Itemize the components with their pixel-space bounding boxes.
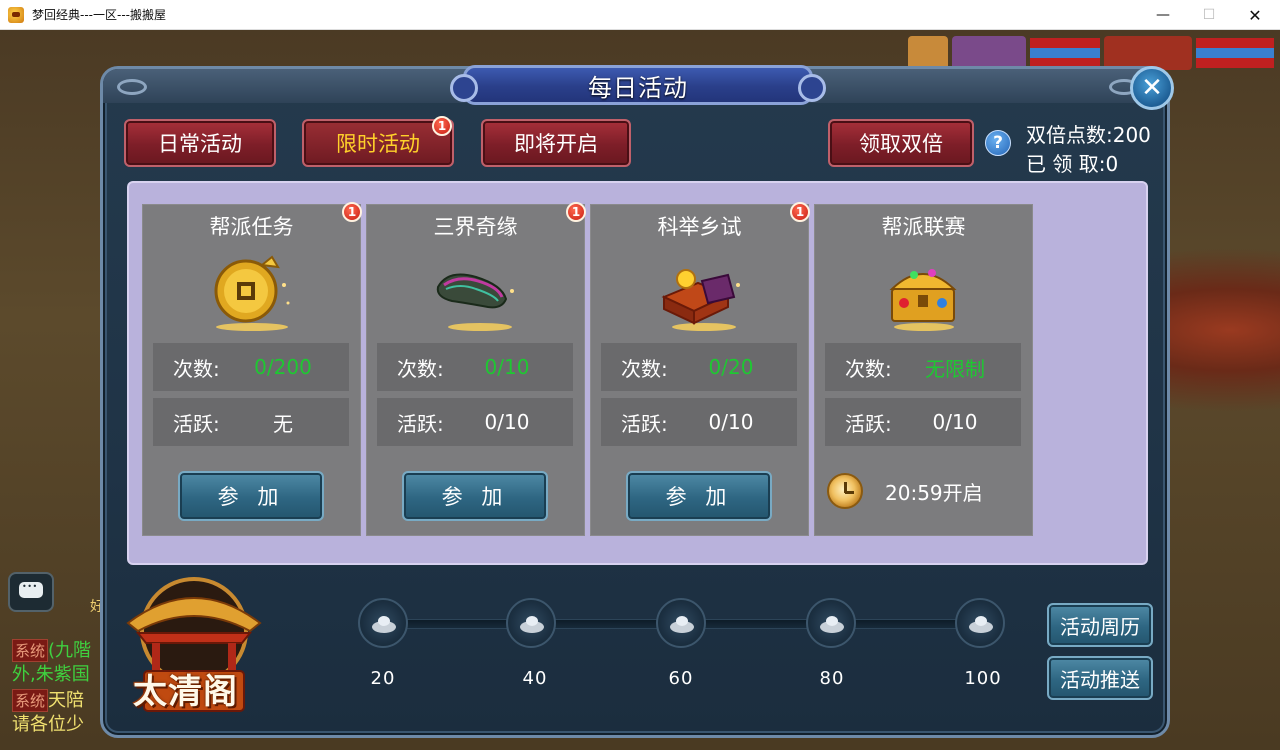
activity-value: 0/10 xyxy=(484,410,530,434)
reward-node[interactable] xyxy=(656,598,706,648)
chat-line: 外,朱紫国 xyxy=(12,664,90,685)
activity-card-guild-task: 帮派任务 次数: 0/200 活跃: 无 参 加 xyxy=(142,204,361,536)
activity-row: 活跃: 0/10 xyxy=(601,398,797,446)
app-icon xyxy=(8,6,24,23)
count-row: 次数: 0/10 xyxy=(377,343,573,391)
maximize-button[interactable]: ☐ xyxy=(1186,0,1232,30)
gold-coin-icon xyxy=(214,255,289,331)
count-value: 0/20 xyxy=(708,355,754,379)
tab-daily[interactable]: 日常活动 xyxy=(124,119,276,167)
pet-status-bars xyxy=(1030,38,1100,68)
tiger-avatar-icon[interactable] xyxy=(908,36,948,70)
claimed-text: 已 领 取:0 xyxy=(1026,152,1119,176)
reward-node[interactable] xyxy=(358,598,408,648)
count-row: 次数: 无限制 xyxy=(825,343,1021,391)
silver-ingot-icon xyxy=(820,616,844,633)
silver-ingot-icon xyxy=(520,616,544,633)
activity-row: 活跃: 0/10 xyxy=(825,398,1021,446)
card-title: 帮派任务 xyxy=(209,215,294,239)
treasure-chest-icon xyxy=(889,269,956,331)
milestone-label: 100 xyxy=(964,668,1002,689)
milestone-label: 80 xyxy=(819,668,845,689)
colorful-stone-icon xyxy=(436,273,514,331)
chat-bubble-icon[interactable] xyxy=(8,572,54,612)
card-title: 科举乡试 xyxy=(657,215,742,239)
card-notification-badge: 1 xyxy=(566,202,586,222)
card-title: 三界奇缘 xyxy=(433,215,518,239)
open-time-text: 20:59开启 xyxy=(885,480,983,505)
double-points-text: 双倍点数:200 xyxy=(1026,123,1151,147)
window-titlebar: 梦回经典---一区---搬搬屋 — ☐ ✕ xyxy=(0,0,1280,30)
chat-line: 请各位少 xyxy=(12,714,84,735)
activity-row: 活跃: 0/10 xyxy=(377,398,573,446)
chat-line: 系统 天陪 xyxy=(12,686,84,712)
activity-value: 无 xyxy=(273,411,293,436)
milestone-label: 20 xyxy=(370,668,396,689)
card-notification-badge: 1 xyxy=(790,202,810,222)
exam-box-icon xyxy=(661,269,740,331)
activity-value: 0/10 xyxy=(932,410,978,434)
cloud-ornament-icon xyxy=(117,79,147,95)
silver-ingot-icon xyxy=(670,616,694,633)
dialog-title: 每日活动 xyxy=(588,73,688,102)
tab-coming-soon[interactable]: 即将开启 xyxy=(481,119,631,167)
help-icon[interactable]: ? xyxy=(985,130,1011,156)
activity-value: 0/10 xyxy=(708,410,754,434)
card-notification-badge: 1 xyxy=(342,202,362,222)
window-close-button[interactable]: ✕ xyxy=(1232,0,1278,30)
pet-avatar-icon[interactable] xyxy=(952,36,1026,70)
pavilion-label: 太清阁 xyxy=(133,672,238,712)
window-title: 梦回经典---一区---搬搬屋 xyxy=(32,8,166,22)
activity-calendar-button[interactable]: 活动周历 xyxy=(1047,603,1153,647)
count-row: 次数: 0/200 xyxy=(153,343,349,391)
count-row: 次数: 0/20 xyxy=(601,343,797,391)
silver-ingot-icon xyxy=(969,616,993,633)
activity-row: 活跃: 无 xyxy=(153,398,349,446)
activity-card-guild-league: 帮派联赛 次数: 无限制 活跃: 0/10 20:59开启 xyxy=(814,204,1033,536)
reward-node[interactable] xyxy=(806,598,856,648)
card-title: 帮派联赛 xyxy=(881,215,966,239)
join-button[interactable]: 参 加 xyxy=(178,471,324,521)
count-value: 0/200 xyxy=(254,355,312,379)
join-button[interactable]: 参 加 xyxy=(626,471,772,521)
activity-card-imperial-exam: 科举乡试 次数: 0/20 活跃: 0/10 参 加 xyxy=(590,204,809,536)
silver-ingot-icon xyxy=(372,616,396,633)
character-avatar-icon[interactable] xyxy=(1104,36,1192,70)
claim-double-button[interactable]: 领取双倍 xyxy=(828,119,974,167)
open-time-row: 20:59开启 xyxy=(827,469,983,513)
reward-node[interactable] xyxy=(955,598,1005,648)
chat-line: 系统 (九階 xyxy=(12,636,91,662)
character-status-bars xyxy=(1196,38,1274,68)
milestone-label: 60 xyxy=(668,668,694,689)
clock-icon xyxy=(827,473,863,509)
reward-node[interactable] xyxy=(506,598,556,648)
count-value: 无限制 xyxy=(925,356,985,381)
milestone-label: 40 xyxy=(522,668,548,689)
dialog-close-button[interactable]: ✕ xyxy=(1130,66,1174,110)
activity-push-button[interactable]: 活动推送 xyxy=(1047,656,1153,700)
minimize-button[interactable]: — xyxy=(1140,0,1186,30)
activity-card-three-realms: 三界奇缘 次数: 0/10 活跃: 0/10 参 加 xyxy=(366,204,585,536)
title-plaque: 每日活动 xyxy=(450,65,826,105)
tab-notification-badge: 1 xyxy=(432,116,452,136)
count-value: 0/10 xyxy=(484,355,530,379)
join-button[interactable]: 参 加 xyxy=(402,471,548,521)
